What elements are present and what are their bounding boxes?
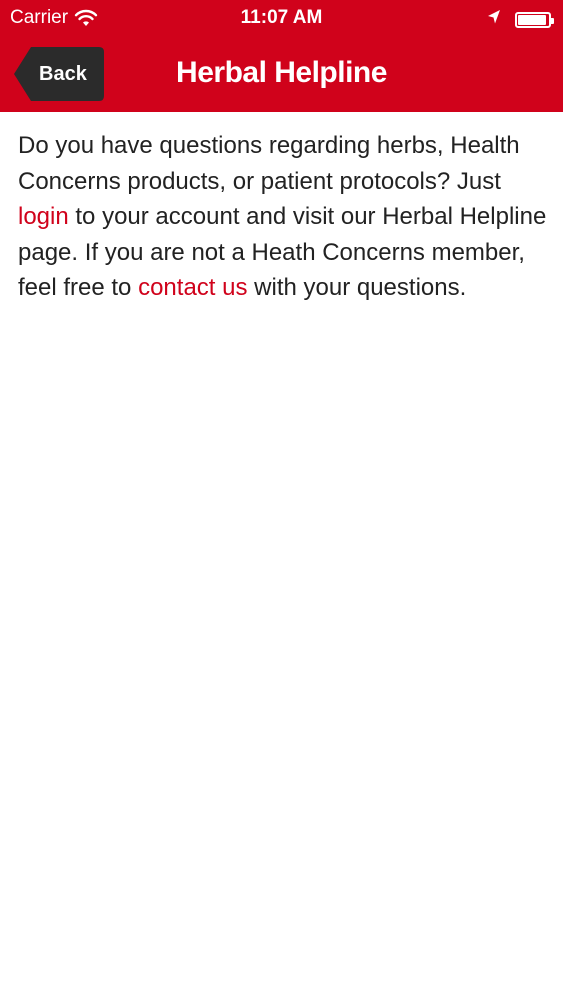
navigation-bar: Back Herbal Helpline xyxy=(0,38,563,112)
status-right-group xyxy=(487,9,554,31)
battery-icon xyxy=(515,12,554,28)
back-button[interactable]: Back xyxy=(13,46,105,102)
battery-fill xyxy=(518,15,547,25)
status-bar: Carrier 11:07 AM xyxy=(0,0,563,38)
contact-us-link[interactable]: contact us xyxy=(138,274,247,301)
back-button-label: Back xyxy=(39,63,87,85)
location-arrow-icon xyxy=(487,9,501,31)
page-title: Herbal Helpline xyxy=(176,56,387,89)
battery-tip xyxy=(551,18,554,24)
helpline-description: Do you have questions regarding herbs, H… xyxy=(18,128,548,306)
login-link[interactable]: login xyxy=(18,203,69,230)
header: Carrier 11:07 AM Back Herbal Helpline xyxy=(0,0,563,112)
description-text-1: Do you have questions regarding herbs, H… xyxy=(18,132,520,195)
description-text-3: with your questions. xyxy=(247,274,467,301)
status-time: 11:07 AM xyxy=(240,7,323,28)
